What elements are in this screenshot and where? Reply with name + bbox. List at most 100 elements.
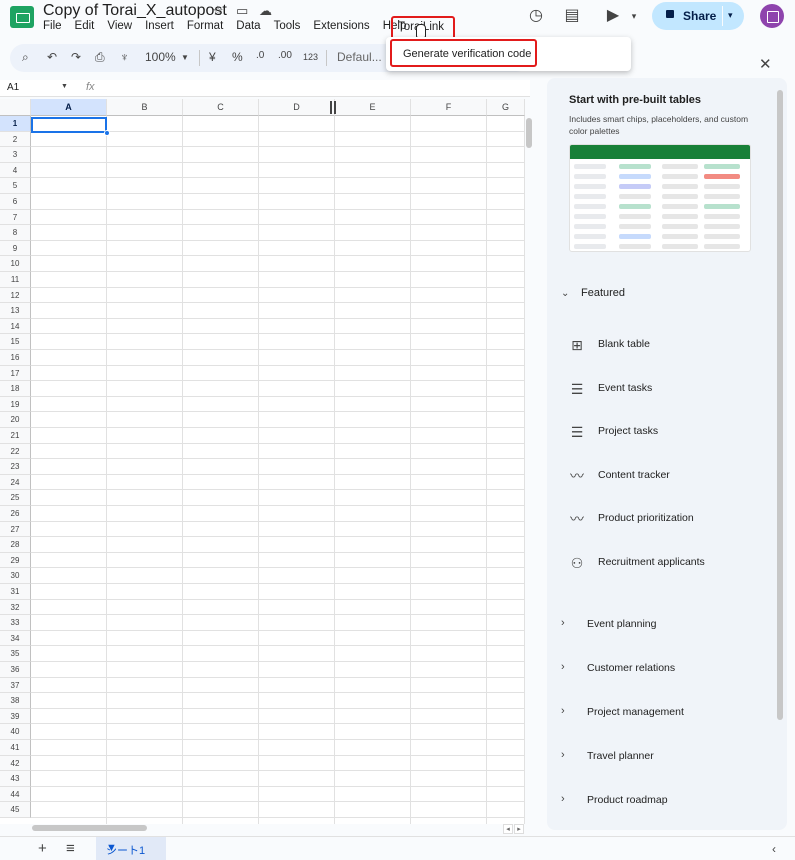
comments-icon[interactable]: ▤ xyxy=(563,7,581,25)
row-header[interactable]: 31 xyxy=(0,584,31,600)
generate-verification-code-item[interactable]: Generate verification code xyxy=(390,39,537,67)
print-icon[interactable]: ⎙ xyxy=(95,50,105,65)
row-header[interactable]: 20 xyxy=(0,412,31,428)
row-header[interactable]: 9 xyxy=(0,240,31,257)
row-header[interactable]: 32 xyxy=(0,599,31,616)
row-header[interactable]: 43 xyxy=(0,771,31,787)
column-header[interactable]: D xyxy=(259,99,335,116)
row-header[interactable]: 44 xyxy=(0,786,31,803)
selected-cell[interactable] xyxy=(31,117,107,133)
column-header[interactable]: C xyxy=(183,99,259,116)
row-header[interactable]: 30 xyxy=(0,568,31,584)
featured-section-toggle[interactable]: ⌄ Featured xyxy=(561,287,625,299)
row-header[interactable]: 14 xyxy=(0,318,31,335)
undo-icon[interactable]: ↶ xyxy=(47,50,57,64)
zoom-caret-icon[interactable]: ▼ xyxy=(181,53,189,62)
row-header[interactable]: 8 xyxy=(0,225,31,241)
horizontal-scrollbar[interactable] xyxy=(32,825,147,831)
menu-tools[interactable]: Tools xyxy=(274,20,301,32)
row-header[interactable]: 29 xyxy=(0,552,31,569)
menu-view[interactable]: View xyxy=(107,20,132,32)
version-history-icon[interactable]: ◷ xyxy=(527,7,545,25)
panel-scrollbar[interactable] xyxy=(777,90,783,720)
side-panel-collapse-icon[interactable]: ‹ xyxy=(772,842,776,856)
row-header[interactable]: 10 xyxy=(0,256,31,272)
row-header[interactable]: 40 xyxy=(0,724,31,740)
menu-data[interactable]: Data xyxy=(236,20,260,32)
cloud-status-icon[interactable]: ☁ xyxy=(259,3,272,19)
zoom-select[interactable]: 100% xyxy=(145,50,176,64)
share-button[interactable]: Share ▾ xyxy=(652,2,744,30)
row-header[interactable]: 19 xyxy=(0,396,31,413)
all-sheets-icon[interactable]: ≡ xyxy=(66,840,75,857)
account-avatar[interactable] xyxy=(760,4,784,28)
name-box[interactable]: A1 xyxy=(7,82,19,93)
row-header[interactable]: 39 xyxy=(0,708,31,725)
menu-edit[interactable]: Edit xyxy=(75,20,95,32)
font-select[interactable]: Defaul... xyxy=(337,50,382,64)
column-header[interactable]: A xyxy=(31,99,107,116)
menu-format[interactable]: Format xyxy=(187,20,223,32)
row-header[interactable]: 33 xyxy=(0,615,31,631)
row-header[interactable]: 12 xyxy=(0,287,31,304)
search-menus-icon[interactable]: ⌕ xyxy=(22,50,29,65)
column-header[interactable]: B xyxy=(107,99,183,116)
row-header[interactable]: 26 xyxy=(0,506,31,522)
scroll-left-icon[interactable]: ◂ xyxy=(503,824,513,834)
share-caret-icon[interactable]: ▾ xyxy=(728,10,733,21)
select-all-corner[interactable] xyxy=(0,99,31,116)
row-header[interactable]: 22 xyxy=(0,443,31,460)
row-header[interactable]: 3 xyxy=(0,147,31,163)
currency-format-button[interactable]: ¥ xyxy=(209,50,216,64)
document-title[interactable]: Copy of Torai_X_autopost xyxy=(43,2,227,20)
freeze-column-handle[interactable] xyxy=(330,101,336,114)
menu-file[interactable]: File xyxy=(43,20,62,32)
scroll-right-icon[interactable]: ▸ xyxy=(514,824,524,834)
row-header[interactable]: 35 xyxy=(0,646,31,662)
increase-decimal-button[interactable]: .00 xyxy=(278,50,292,61)
row-header[interactable]: 13 xyxy=(0,303,31,319)
spreadsheet-grid[interactable]: ABCDEFG 1 2 3 4 5 6 7 8 9 10 11 12 13 14 15 16 17 18 19 20 2… xyxy=(0,99,525,824)
meet-video-icon[interactable]: ▶ xyxy=(604,7,622,25)
row-header[interactable]: 11 xyxy=(0,272,31,288)
vertical-scrollbar[interactable] xyxy=(526,118,532,148)
number-format-button[interactable]: 123 xyxy=(303,52,318,62)
row-header[interactable]: 5 xyxy=(0,178,31,194)
row-header[interactable]: 18 xyxy=(0,381,31,397)
star-icon[interactable]: ☆ xyxy=(212,3,224,19)
column-header[interactable]: F xyxy=(411,99,487,116)
menu-extensions[interactable]: Extensions xyxy=(313,20,369,32)
row-header[interactable]: 25 xyxy=(0,490,31,506)
row-header[interactable]: 36 xyxy=(0,662,31,678)
row-header[interactable]: 42 xyxy=(0,755,31,772)
close-panel-icon[interactable]: ✕ xyxy=(759,55,772,73)
decrease-decimal-button[interactable]: .0 xyxy=(256,50,264,61)
row-header[interactable]: 23 xyxy=(0,459,31,475)
paint-format-icon[interactable]: ♆ xyxy=(120,50,129,64)
row-header[interactable]: 45 xyxy=(0,802,31,818)
sheet-tab-caret-icon[interactable]: ▼ xyxy=(106,842,117,854)
row-header[interactable]: 28 xyxy=(0,537,31,553)
row-header[interactable]: 21 xyxy=(0,428,31,444)
percent-format-button[interactable]: % xyxy=(232,50,243,64)
row-header[interactable]: 38 xyxy=(0,693,31,709)
move-folder-icon[interactable]: ▭ xyxy=(236,3,248,19)
row-header[interactable]: 24 xyxy=(0,474,31,491)
sheet-tab[interactable]: シート1 ▼ xyxy=(96,837,166,860)
column-header[interactable]: E xyxy=(335,99,411,116)
menu-insert[interactable]: Insert xyxy=(145,20,174,32)
row-header[interactable]: 37 xyxy=(0,677,31,694)
row-header[interactable]: 34 xyxy=(0,630,31,647)
column-header[interactable]: G xyxy=(487,99,525,116)
fill-handle[interactable] xyxy=(104,130,110,136)
add-sheet-icon[interactable]: + xyxy=(38,840,47,857)
row-header[interactable]: 2 xyxy=(0,131,31,148)
row-header[interactable]: 4 xyxy=(0,162,31,179)
row-header[interactable]: 6 xyxy=(0,194,31,210)
row-header[interactable]: 17 xyxy=(0,365,31,382)
meet-caret-icon[interactable]: ▾ xyxy=(625,7,643,25)
row-header[interactable]: 15 xyxy=(0,334,31,350)
row-header[interactable]: 7 xyxy=(0,209,31,226)
redo-icon[interactable]: ↷ xyxy=(71,50,81,64)
sheets-logo-icon[interactable] xyxy=(10,6,34,28)
